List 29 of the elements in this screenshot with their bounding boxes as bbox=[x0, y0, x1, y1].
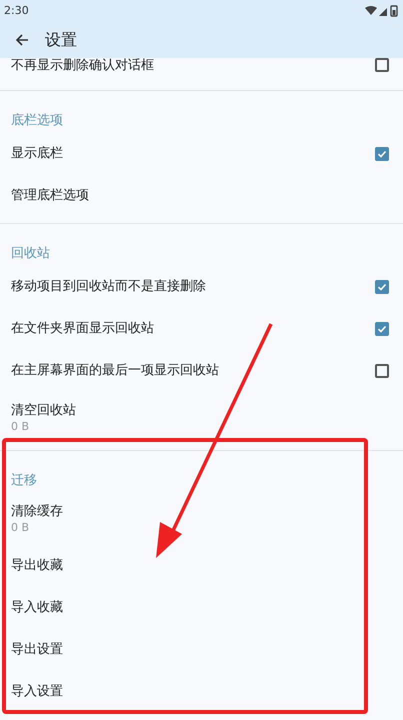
checkbox[interactable] bbox=[375, 364, 389, 378]
setting-subtitle: 0 B bbox=[11, 418, 30, 434]
status-icons bbox=[365, 5, 399, 17]
setting-label[interactable]: 导出设置 bbox=[11, 642, 63, 658]
page-title: 设置 bbox=[45, 29, 77, 51]
checkmark-icon bbox=[377, 282, 387, 292]
setting-label[interactable]: 在文件夹界面显示回收站 bbox=[11, 321, 154, 337]
setting-label[interactable]: 清空回收站 bbox=[11, 402, 76, 418]
setting-label[interactable]: 清除缓存 bbox=[11, 504, 63, 520]
setting-label[interactable]: 管理底栏选项 bbox=[11, 188, 89, 204]
checkmark-icon bbox=[377, 149, 387, 159]
checkbox[interactable] bbox=[375, 147, 389, 161]
section-header: 底栏选项 bbox=[11, 113, 63, 128]
checkbox[interactable] bbox=[375, 322, 389, 336]
setting-label[interactable]: 导入收藏 bbox=[11, 600, 63, 616]
setting-label[interactable]: 导出收藏 bbox=[11, 558, 63, 574]
setting-label[interactable]: 显示底栏 bbox=[11, 146, 63, 162]
status-time: 2:30 bbox=[4, 2, 29, 19]
section-header: 回收站 bbox=[11, 246, 50, 261]
setting-label[interactable]: 在主屏幕界面的最后一项显示回收站 bbox=[11, 363, 219, 379]
checkmark-icon bbox=[377, 324, 387, 334]
setting-label[interactable]: 不再显示删除确认对话框 bbox=[11, 58, 154, 74]
back-arrow-icon[interactable] bbox=[15, 33, 29, 47]
checkbox[interactable] bbox=[375, 58, 389, 72]
setting-label[interactable]: 导入设置 bbox=[11, 684, 63, 700]
setting-label[interactable]: 移动项目到回收站而不是直接删除 bbox=[11, 279, 206, 295]
section-header: 迁移 bbox=[11, 473, 37, 488]
checkbox[interactable] bbox=[375, 280, 389, 294]
setting-subtitle: 0 B bbox=[11, 520, 30, 534]
